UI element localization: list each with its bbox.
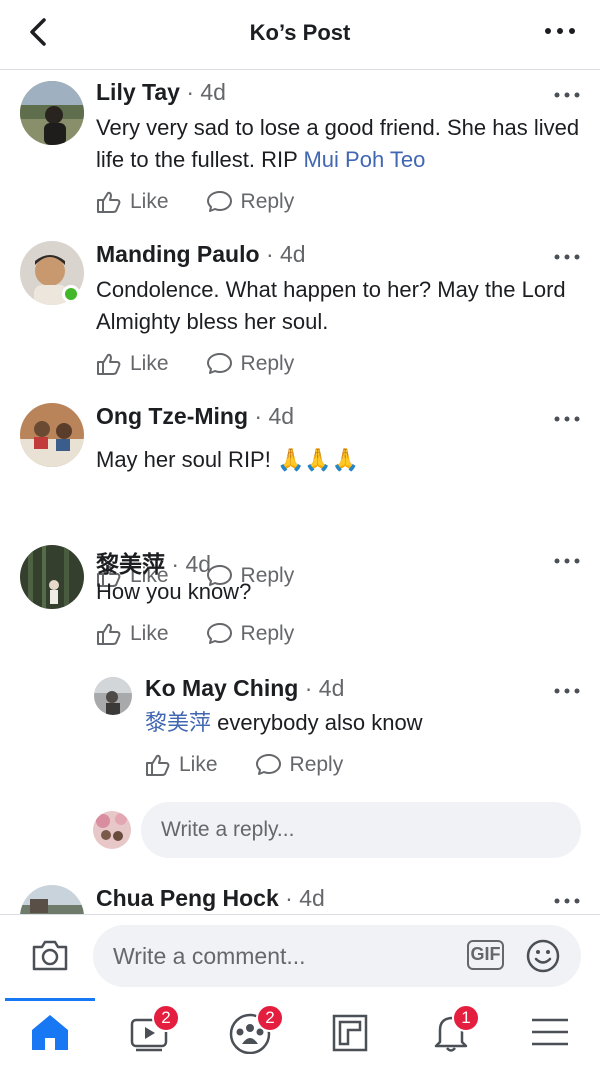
comment-author[interactable]: Ko May Ching (145, 675, 298, 701)
comment-composer: Write a comment... GIF (0, 914, 600, 998)
comment-bubble-icon (255, 754, 281, 775)
tab-home[interactable] (25, 1010, 75, 1054)
thumbs-up-icon (97, 623, 121, 645)
mention-link[interactable]: 黎美萍 (145, 710, 211, 735)
comment-time: · 4d (259, 241, 306, 267)
emoji-icon[interactable] (525, 938, 561, 974)
reply-input[interactable]: Write a reply... (141, 802, 581, 858)
tab-watch[interactable]: 2 (126, 1004, 180, 1054)
comment-time: · 4d (165, 551, 212, 577)
comment-author[interactable]: Lily Tay (96, 79, 180, 105)
comment-bubble-icon (206, 623, 232, 644)
comment-time: · 4d (248, 403, 295, 429)
avatar[interactable] (20, 403, 84, 467)
thumbs-up-icon (97, 353, 121, 375)
avatar[interactable] (20, 885, 84, 914)
comment-more-icon[interactable] (552, 551, 582, 571)
comment-author[interactable]: Chua Peng Hock (96, 885, 279, 911)
top-bar: Ko’s Post (0, 0, 600, 70)
comment-more-icon[interactable] (552, 247, 582, 267)
avatar[interactable] (94, 677, 132, 715)
like-button[interactable]: Like (145, 753, 218, 777)
comment-author[interactable]: Manding Paulo (96, 241, 260, 267)
comment-bubble-icon (206, 191, 232, 212)
tab-notifications[interactable]: 1 (426, 1004, 480, 1054)
comment-more-icon[interactable] (552, 681, 582, 701)
page-title: Ko’s Post (249, 20, 351, 45)
comment-actions: Like Reply (96, 352, 332, 376)
comment-bubble-icon (206, 353, 232, 374)
notification-badge: 1 (452, 1004, 480, 1032)
thumbs-up-icon (146, 754, 170, 776)
current-user-avatar (93, 811, 131, 849)
thumbs-up-icon (97, 191, 121, 213)
menu-icon (532, 1018, 568, 1046)
comment-time: · 4d (278, 885, 325, 911)
reply-button[interactable]: Reply (255, 753, 343, 777)
comment-time: · 4d (179, 79, 226, 105)
comment-input[interactable]: Write a comment... (93, 925, 581, 987)
tab-menu[interactable] (526, 1010, 576, 1054)
comment-more-icon[interactable] (552, 409, 582, 429)
gif-button[interactable]: GIF (467, 940, 504, 970)
like-button[interactable]: Like (96, 352, 169, 376)
comment-author[interactable]: Ong Tze-Ming (96, 403, 248, 429)
mention-link[interactable]: Mui Poh Teo (303, 147, 425, 172)
comment-actions: Like Reply (145, 753, 381, 777)
comment-time: · 4d (298, 675, 345, 701)
comment-more-icon[interactable] (552, 85, 582, 105)
comments-feed[interactable]: Lily Tay · 4d Very very sad to lose a go… (0, 71, 600, 914)
like-button[interactable]: Like (96, 190, 169, 214)
more-options-icon[interactable] (542, 16, 578, 46)
avatar[interactable] (20, 81, 84, 145)
tab-groups[interactable]: 2 (226, 1004, 284, 1055)
comment-actions: Like Reply (96, 622, 332, 646)
comment-actions: Like Reply (96, 190, 332, 214)
home-icon (32, 1015, 68, 1050)
reply-button[interactable]: Reply (206, 190, 294, 214)
avatar[interactable] (20, 545, 84, 609)
comment-text: May her soul RIP! 🙏🙏🙏 (96, 447, 360, 472)
comment-author[interactable]: 黎美萍 (96, 551, 165, 577)
notification-badge: 2 (256, 1004, 284, 1032)
comment-more-icon[interactable] (552, 891, 582, 911)
reply-button[interactable]: Reply (206, 352, 294, 376)
tab-pages[interactable] (326, 1010, 376, 1054)
reply-button[interactable]: Reply (206, 622, 294, 646)
like-button[interactable]: Like (96, 622, 169, 646)
pages-icon (332, 1014, 368, 1052)
bottom-tab-bar: 2 2 1 (0, 998, 600, 1067)
camera-icon[interactable] (30, 937, 70, 973)
online-status-indicator (62, 285, 80, 303)
comment-text: 黎美萍 everybody also know (145, 710, 423, 735)
comment-text: How you know? (96, 579, 252, 604)
comment-text: Condolence. What happen to her? May the … (96, 277, 566, 334)
comment-text: Very very sad to lose a good friend. She… (96, 115, 580, 172)
notification-badge: 2 (152, 1004, 180, 1032)
active-tab-indicator (5, 998, 95, 1001)
